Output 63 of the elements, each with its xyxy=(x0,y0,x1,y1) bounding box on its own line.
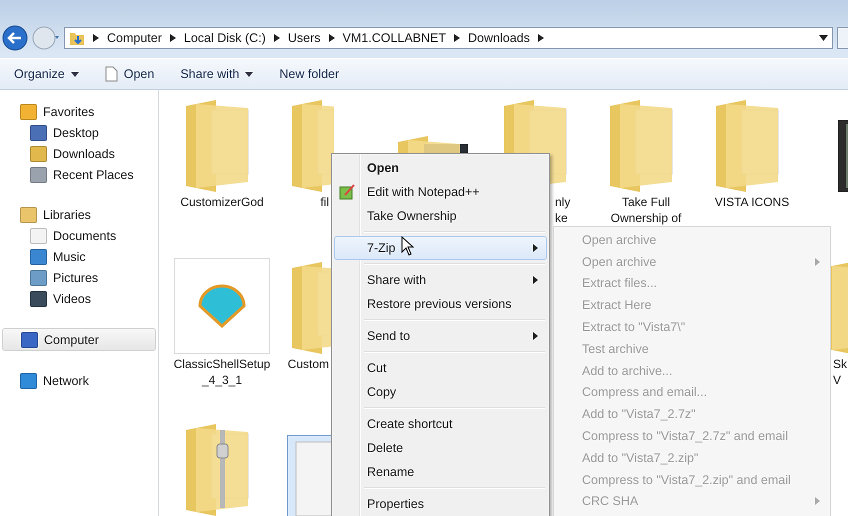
chevron-right-icon[interactable] xyxy=(93,34,99,42)
menu-item[interactable]: Rename xyxy=(334,460,547,484)
nav-item[interactable]: Recent Places xyxy=(0,164,158,185)
file-name: ClassicShellSetup _4_3_1 xyxy=(174,357,270,387)
nav-item[interactable]: Favorites xyxy=(0,101,158,122)
nav-item[interactable]: Computer xyxy=(2,328,156,351)
submenu-arrow-icon xyxy=(533,332,538,340)
submenu-arrow-icon xyxy=(815,258,820,266)
chevron-right-icon[interactable] xyxy=(328,34,335,42)
shell-icon xyxy=(196,284,248,328)
nav-item[interactable]: Music xyxy=(0,246,158,267)
nav-item[interactable]: Pictures xyxy=(0,267,158,288)
chevron-right-icon[interactable] xyxy=(170,34,176,42)
toolbar-button[interactable]: New folder xyxy=(273,64,346,84)
dropdown-arrow-icon[interactable] xyxy=(819,35,828,41)
nav-item[interactable]: Network xyxy=(0,370,158,391)
nav-item[interactable]: Downloads xyxy=(0,143,158,164)
nav-item[interactable]: Videos xyxy=(0,288,158,309)
notepad-icon xyxy=(339,184,355,200)
toolbar-button[interactable]: Organize xyxy=(8,64,85,84)
menu-item[interactable]: Delete xyxy=(334,436,547,460)
file-name: Take Full Ownership of xyxy=(610,195,682,225)
breadcrumb-item[interactable]: VM1.COLLABNET xyxy=(342,31,446,45)
app-tile[interactable] xyxy=(174,258,270,354)
toolbar-button[interactable]: Share with xyxy=(174,64,260,84)
toolbar-button[interactable]: Open xyxy=(98,63,160,85)
refresh-button[interactable] xyxy=(837,27,848,49)
submenu-arrow-icon xyxy=(533,276,538,284)
caret-icon xyxy=(245,72,254,76)
file-name: nly ke xyxy=(555,195,570,225)
file-name: CustomizerGod xyxy=(180,195,264,209)
file-name: Custom xyxy=(288,357,329,371)
chevron-right-icon[interactable] xyxy=(538,34,544,42)
nav-item[interactable]: Documents xyxy=(0,225,158,246)
submenu-arrow-icon xyxy=(815,497,820,506)
menu-item[interactable]: Share with xyxy=(334,268,547,292)
menu-item[interactable]: 7-Zip xyxy=(334,236,547,260)
file-name: VISTA ICONS xyxy=(714,195,790,209)
menu-item[interactable]: Edit with Notepad++ xyxy=(334,180,547,204)
file-icon[interactable] xyxy=(288,436,332,516)
back-forward-icon[interactable] xyxy=(2,25,60,51)
menu-item[interactable]: Properties xyxy=(334,492,547,516)
caret-icon xyxy=(70,72,79,76)
menu-item[interactable]: Create shortcut xyxy=(334,412,547,436)
file-name: Sk V xyxy=(833,357,848,387)
menu-item[interactable]: Restore previous versions xyxy=(334,292,547,316)
breadcrumb-item[interactable]: Downloads xyxy=(468,31,530,45)
breadcrumb-item[interactable]: Local Disk (C:) xyxy=(184,31,266,45)
file-name: fil xyxy=(320,195,329,209)
nav-item[interactable]: Desktop xyxy=(0,122,158,143)
mouse-pointer-icon xyxy=(401,236,415,256)
menu-item[interactable]: Copy xyxy=(334,380,547,404)
chevron-right-icon[interactable] xyxy=(454,34,460,42)
address-bar[interactable]: Computer Local Disk (C:) Users VM1.COLLABNET Downloads xyxy=(64,27,833,49)
menu-item[interactable]: Cut xyxy=(334,356,547,380)
chevron-right-icon[interactable] xyxy=(274,34,280,42)
submenu-arrow-icon xyxy=(533,244,538,252)
breadcrumb-item[interactable]: Users xyxy=(288,31,321,45)
nav-item[interactable]: Libraries xyxy=(0,204,158,225)
menu-item[interactable]: Take Ownership xyxy=(334,204,547,228)
menu-item[interactable]: Open xyxy=(334,156,547,180)
breadcrumb-item[interactable]: Computer xyxy=(107,31,162,45)
menu-item[interactable]: Send to xyxy=(334,324,547,348)
